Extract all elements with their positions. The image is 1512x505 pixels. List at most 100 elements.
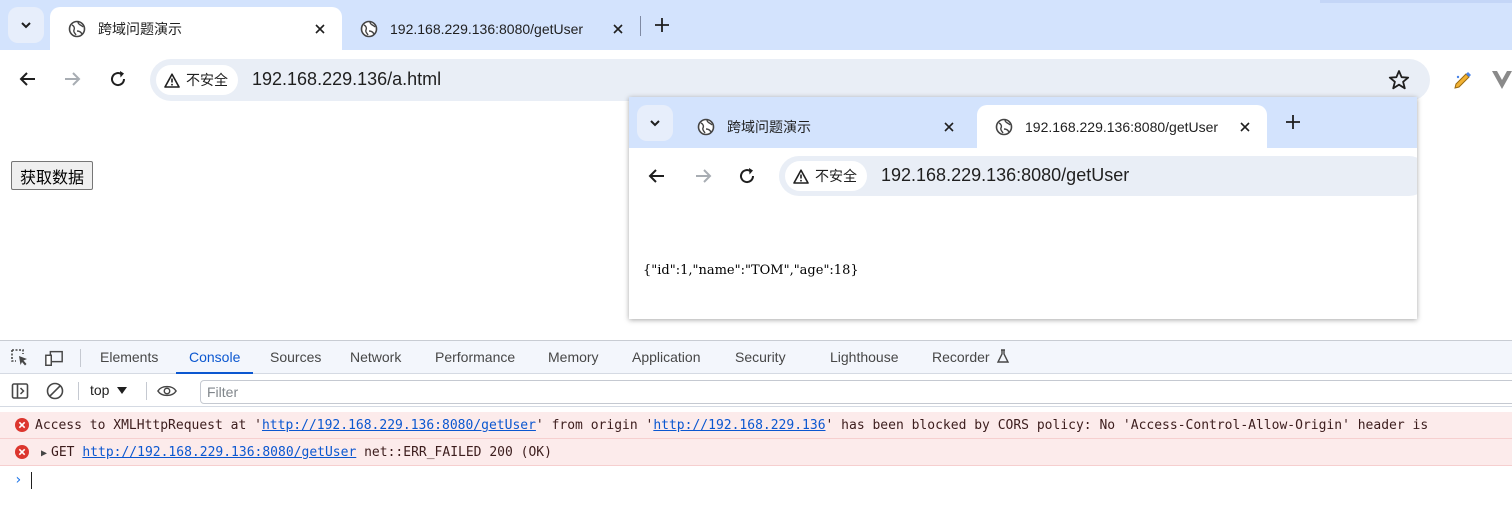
popup-browser-window: 跨域问题演示 192.168.229.136:8080/getUser 不安全 …	[629, 97, 1417, 319]
globe-icon	[68, 20, 86, 37]
security-label: 不安全	[815, 168, 857, 184]
tab-get-user[interactable]: 192.168.229.136:8080/getUser	[342, 7, 640, 50]
recorder-label: Recorder	[932, 349, 990, 365]
clear-console-icon[interactable]	[45, 381, 65, 401]
tab-search-button[interactable]	[8, 7, 44, 43]
new-tab-button[interactable]	[650, 13, 674, 37]
request-url-link[interactable]: http://192.168.229.136:8080/getUser	[262, 418, 536, 433]
flask-icon	[997, 349, 1010, 363]
url-text[interactable]: 192.168.229.136:8080/getUser	[881, 165, 1129, 186]
console-input-caret[interactable]	[31, 472, 32, 489]
devtools-tab-network[interactable]: Network	[350, 341, 401, 374]
json-response-text: {"id":1,"name":"TOM","age":18}	[643, 263, 859, 278]
arrow-right-icon	[696, 169, 712, 183]
back-button[interactable]	[645, 164, 669, 188]
devtools-tab-lighthouse[interactable]: Lighthouse	[830, 341, 899, 374]
address-bar[interactable]: 不安全 192.168.229.136:8080/getUser	[779, 156, 1417, 196]
console-filter-bar: top	[0, 375, 1512, 407]
inspect-element-icon[interactable]	[10, 348, 30, 368]
arrow-left-icon	[648, 169, 664, 183]
eye-icon[interactable]	[157, 381, 177, 401]
error-text: Access to XMLHttpRequest at 'http://192.…	[35, 418, 1428, 433]
context-label: top	[90, 382, 110, 398]
address-bar[interactable]: 不安全 192.168.229.136/a.html	[150, 59, 1430, 101]
tab-title: 192.168.229.136:8080/getUser	[1025, 118, 1219, 135]
star-icon[interactable]	[1388, 69, 1410, 91]
tab-strip: 跨域问题演示 192.168.229.136:8080/getUser	[0, 0, 1512, 50]
reload-icon	[111, 71, 126, 87]
warning-icon	[793, 168, 809, 184]
globe-icon	[995, 118, 1013, 135]
devtools-tab-security[interactable]: Security	[735, 341, 786, 374]
security-chip[interactable]: 不安全	[156, 65, 238, 95]
vue-devtools-icon[interactable]	[1492, 71, 1512, 89]
forward-button[interactable]	[691, 164, 715, 188]
error-text-part: ' has been blocked by CORS policy: No 'A…	[825, 418, 1429, 433]
window-edge	[1320, 0, 1512, 3]
reload-icon	[740, 168, 755, 184]
error-text-part: Access to XMLHttpRequest at '	[35, 418, 262, 433]
security-chip[interactable]: 不安全	[785, 161, 867, 191]
warning-icon	[164, 72, 180, 88]
request-url-link[interactable]: http://192.168.229.136:8080/getUser	[82, 445, 356, 460]
console-error-message: Access to XMLHttpRequest at 'http://192.…	[0, 412, 1512, 439]
new-tab-button[interactable]	[1281, 110, 1305, 134]
tab-cors-demo[interactable]: 跨域问题演示	[50, 7, 342, 50]
chevron-down-icon	[650, 120, 660, 127]
toolbar-separator	[80, 349, 81, 367]
toolbar-separator	[78, 382, 79, 400]
plus-icon	[655, 18, 669, 32]
console-error-message[interactable]: ▶ GET http://192.168.229.136:8080/getUser…	[0, 439, 1512, 466]
tab-search-button[interactable]	[637, 105, 673, 141]
browser-toolbar: 不安全 192.168.229.136:8080/getUser	[629, 148, 1417, 204]
origin-link[interactable]: http://192.168.229.136	[653, 418, 825, 433]
back-button[interactable]	[16, 67, 40, 91]
device-toolbar-icon[interactable]	[44, 348, 64, 368]
reload-button[interactable]	[735, 164, 759, 188]
devtools-tab-elements[interactable]: Elements	[100, 341, 158, 374]
tab-title: 192.168.229.136:8080/getUser	[390, 20, 584, 37]
error-text: ▶ GET http://192.168.229.136:8080/getUser…	[41, 445, 552, 460]
error-icon	[15, 445, 29, 459]
tab-get-user[interactable]: 192.168.229.136:8080/getUser	[977, 105, 1267, 148]
context-selector[interactable]: top	[90, 382, 128, 398]
devtools-tab-bar: Elements Console Sources Network Perform…	[0, 341, 1512, 374]
devtools-tab-memory[interactable]: Memory	[548, 341, 599, 374]
tab-title: 跨域问题演示	[727, 118, 811, 135]
chevron-down-icon	[21, 22, 31, 29]
tab-separator	[640, 16, 641, 36]
devtools-tab-performance[interactable]: Performance	[435, 341, 515, 374]
arrow-right-icon	[65, 72, 81, 86]
tab-strip: 跨域问题演示 192.168.229.136:8080/getUser	[629, 97, 1417, 148]
fetch-data-button[interactable]: 获取数据	[11, 161, 94, 190]
close-icon[interactable]	[310, 19, 330, 39]
error-status-text: net::ERR_FAILED 200 (OK)	[356, 445, 552, 460]
globe-icon	[360, 20, 378, 37]
error-text-part: ' from origin '	[535, 418, 654, 433]
devtools-tab-sources[interactable]: Sources	[270, 341, 321, 374]
globe-icon	[697, 118, 715, 135]
error-icon	[15, 418, 29, 432]
plus-icon	[1286, 115, 1300, 129]
devtools-tab-application[interactable]: Application	[632, 341, 701, 374]
console-prompt-icon: ›	[14, 472, 23, 488]
close-icon[interactable]	[1235, 117, 1255, 137]
tab-title: 跨域问题演示	[98, 20, 182, 37]
close-icon[interactable]	[939, 117, 959, 137]
reload-button[interactable]	[106, 67, 130, 91]
close-icon[interactable]	[608, 19, 628, 39]
console-filter-input[interactable]	[200, 380, 1512, 404]
devtools-panel: Elements Console Sources Network Perform…	[0, 340, 1512, 505]
caret-down-icon	[117, 386, 128, 394]
devtools-tab-console[interactable]: Console	[176, 341, 254, 374]
toolbar-separator	[146, 382, 147, 400]
sidebar-toggle-icon[interactable]	[10, 381, 30, 401]
color-picker-extension-icon[interactable]	[1452, 69, 1474, 91]
expand-triangle-icon[interactable]: ▶	[41, 448, 47, 459]
arrow-left-icon	[19, 72, 35, 86]
tab-cors-demo[interactable]: 跨域问题演示	[679, 105, 971, 148]
url-text[interactable]: 192.168.229.136/a.html	[252, 69, 441, 90]
devtools-tab-recorder[interactable]: Recorder	[932, 341, 1010, 374]
security-label: 不安全	[186, 72, 228, 88]
forward-button[interactable]	[60, 67, 84, 91]
